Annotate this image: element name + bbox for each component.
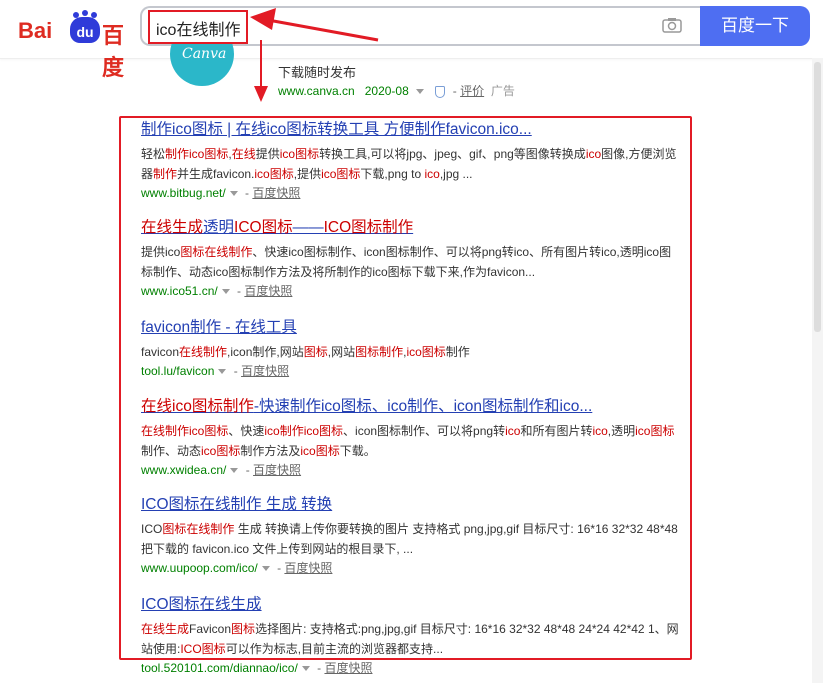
annotation-arrows [250, 8, 379, 102]
arrow-line [267, 18, 379, 42]
scroll-thumb[interactable] [814, 62, 821, 332]
arrow-head-icon [254, 86, 268, 102]
arrow-head-icon [250, 8, 276, 30]
scrollbar[interactable] [812, 58, 823, 683]
